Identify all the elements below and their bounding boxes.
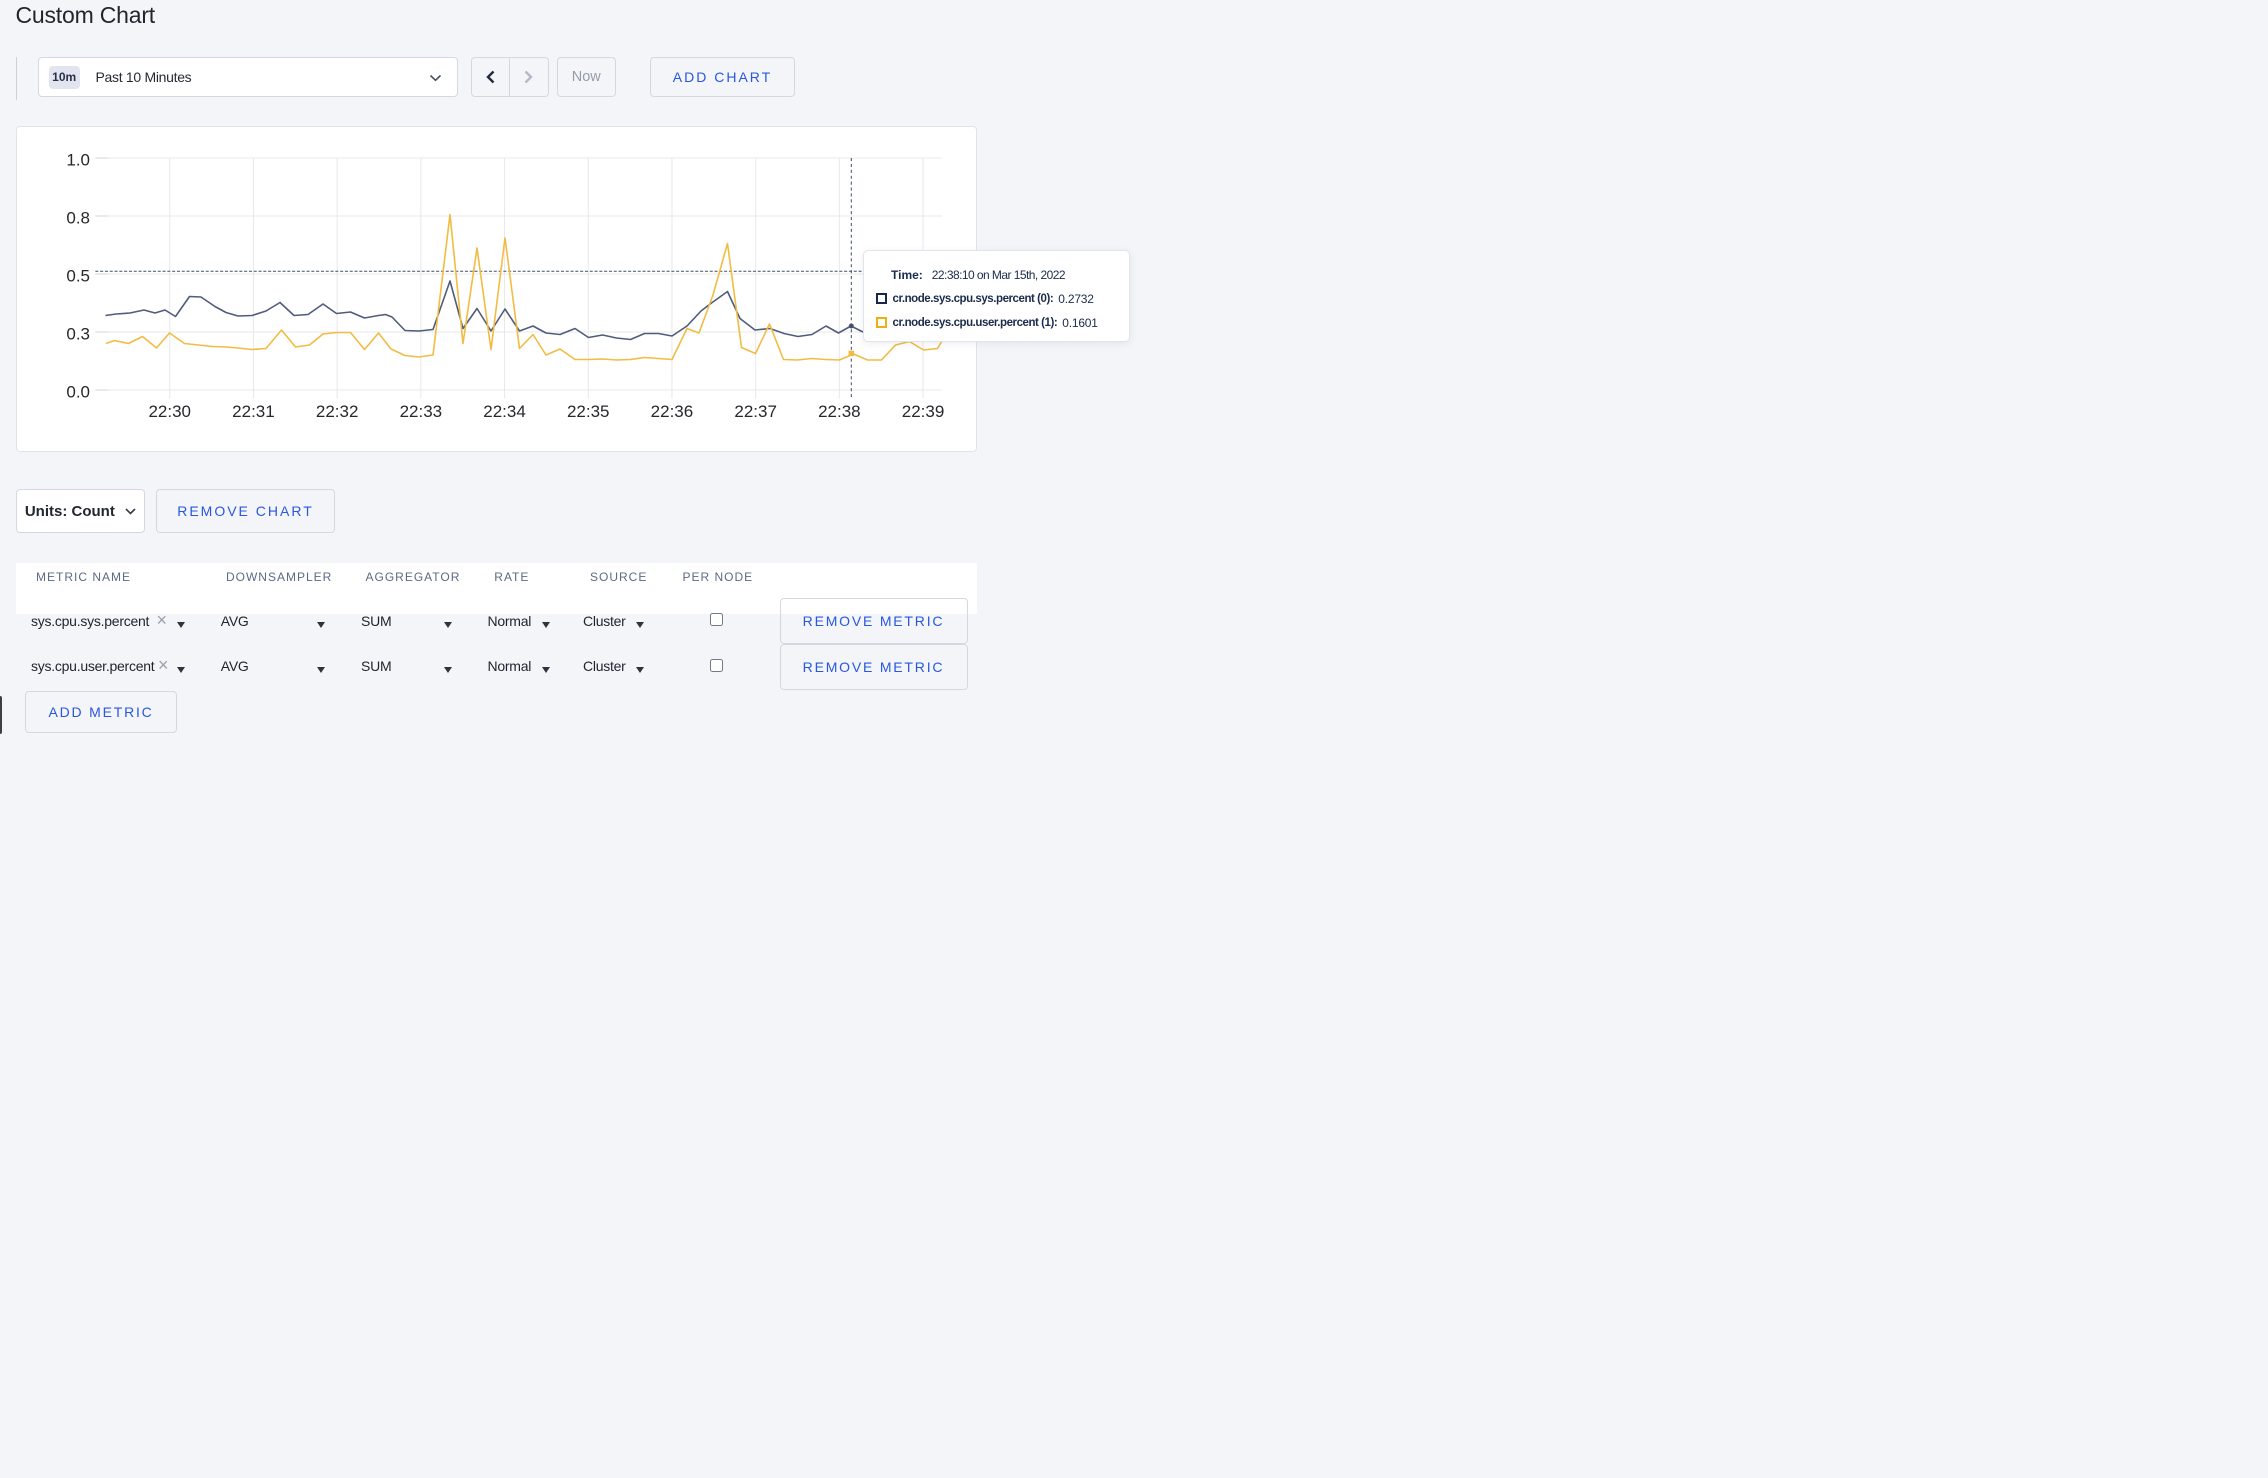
svg-text:0.3: 0.3 [66, 325, 90, 344]
svg-text:22:31: 22:31 [232, 402, 275, 421]
svg-text:22:30: 22:30 [148, 402, 191, 421]
svg-text:22:33: 22:33 [400, 402, 443, 421]
svg-text:0.0: 0.0 [66, 383, 90, 402]
svg-text:0.8: 0.8 [66, 209, 90, 228]
svg-text:22:34: 22:34 [483, 402, 526, 421]
svg-text:22:39: 22:39 [902, 402, 945, 421]
svg-text:22:36: 22:36 [651, 402, 694, 421]
svg-text:1.0: 1.0 [66, 151, 90, 170]
svg-text:22:35: 22:35 [567, 402, 610, 421]
svg-text:22:37: 22:37 [734, 402, 777, 421]
svg-text:22:32: 22:32 [316, 402, 359, 421]
svg-text:22:38: 22:38 [818, 402, 861, 421]
svg-text:0.5: 0.5 [66, 267, 90, 286]
